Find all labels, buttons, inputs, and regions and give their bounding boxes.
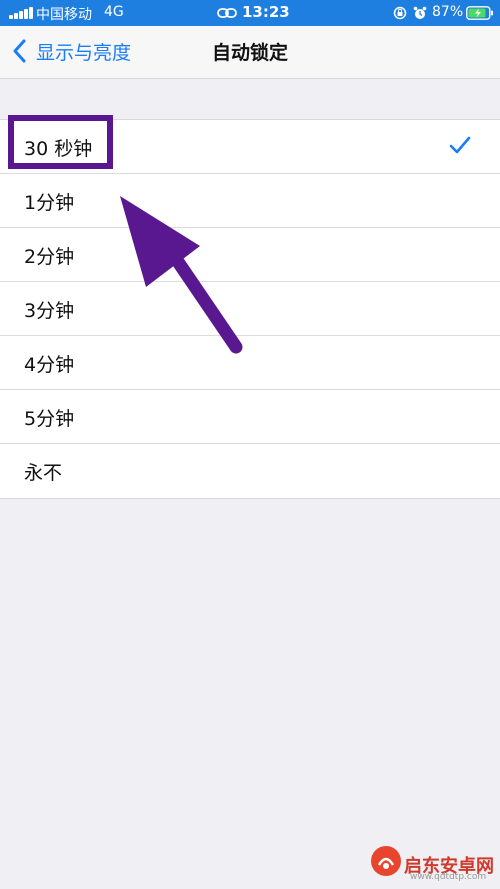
watermark-logo-icon — [371, 846, 401, 876]
watermark-url: www.qdtdtp.com — [410, 872, 487, 882]
annotation-arrow — [120, 196, 243, 354]
